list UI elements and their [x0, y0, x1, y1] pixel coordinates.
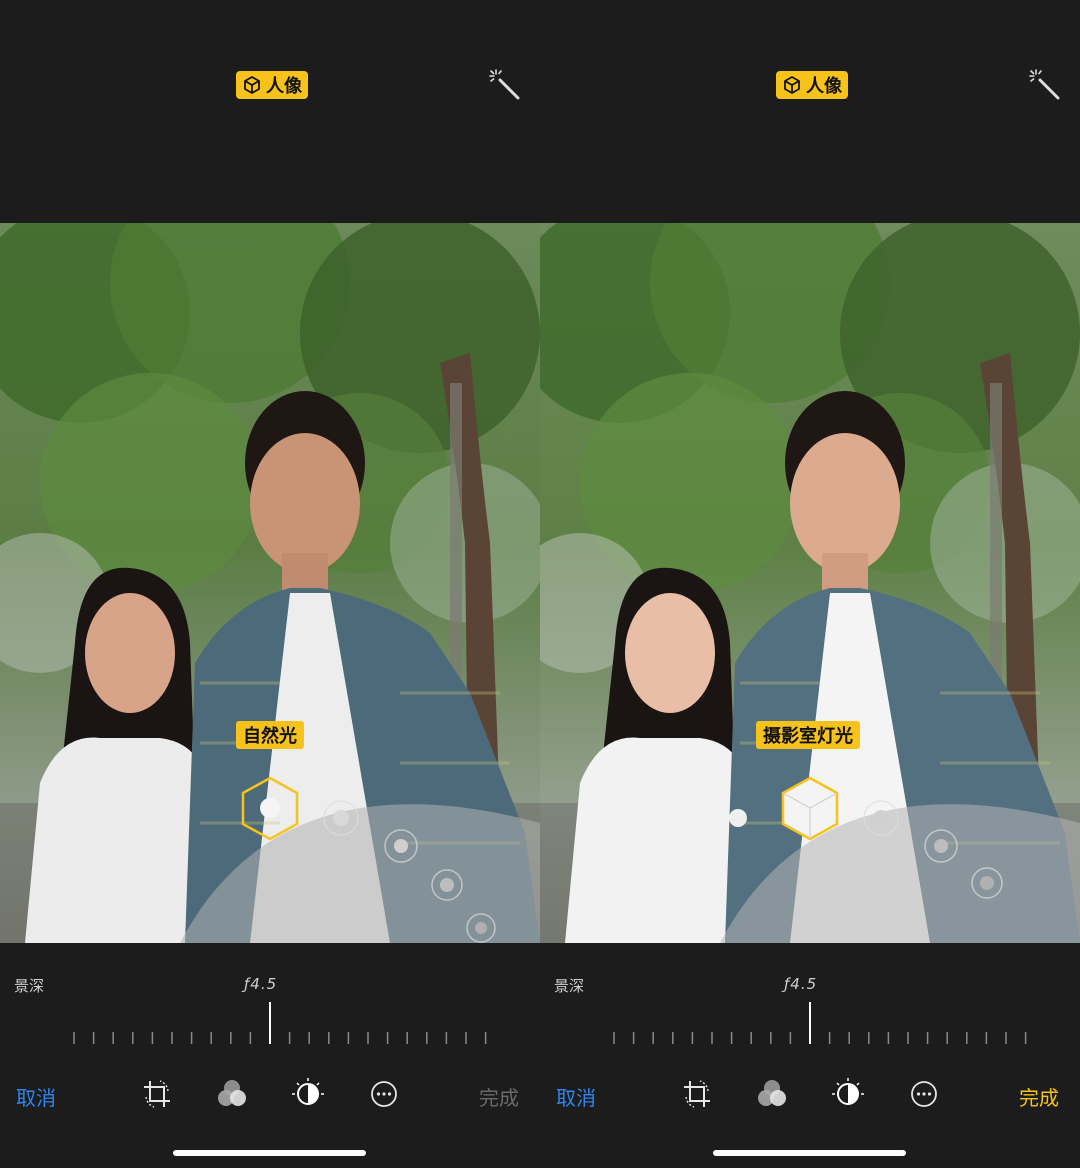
lighting-mode-label: 自然光 — [236, 721, 304, 749]
home-indicator — [713, 1150, 906, 1156]
editor-screen-natural-light: 人像 自然光 景深 ƒ4.5 取消 完成 — [0, 0, 540, 1168]
depth-slider[interactable] — [60, 1000, 500, 1048]
lighting-option-studio[interactable] — [781, 776, 839, 841]
cancel-button[interactable]: 取消 — [16, 1082, 56, 1111]
filters-icon[interactable] — [215, 1077, 249, 1111]
lighting-mode-label: 摄影室灯光 — [756, 721, 860, 749]
magic-wand-icon[interactable] — [488, 68, 522, 102]
depth-slider[interactable] — [600, 1000, 1040, 1048]
depth-label: 景深 — [14, 977, 45, 995]
editor-screen-studio-light: 人像 摄影室灯光 景深 ƒ4.5 取消 完成 — [540, 0, 1080, 1168]
home-indicator — [173, 1150, 366, 1156]
done-button[interactable]: 完成 — [1019, 1082, 1059, 1111]
more-icon[interactable] — [367, 1077, 401, 1111]
portrait-mode-label: 人像 — [266, 76, 302, 97]
depth-value: ƒ4.5 — [784, 975, 818, 993]
cube-icon — [244, 76, 260, 94]
adjust-dial-icon[interactable] — [831, 1077, 865, 1111]
magic-wand-icon[interactable] — [1028, 68, 1062, 102]
more-icon[interactable] — [907, 1077, 941, 1111]
portrait-mode-label: 人像 — [806, 76, 842, 97]
depth-label: 景深 — [554, 977, 585, 995]
crop-rotate-icon[interactable] — [680, 1077, 714, 1111]
filters-icon[interactable] — [755, 1077, 789, 1111]
adjust-dial-icon[interactable] — [291, 1077, 325, 1111]
portrait-mode-badge[interactable]: 人像 — [776, 71, 848, 99]
portrait-mode-badge[interactable]: 人像 — [236, 71, 308, 99]
lighting-option-natural[interactable] — [729, 809, 747, 827]
cancel-button[interactable]: 取消 — [556, 1082, 596, 1111]
done-button[interactable]: 完成 — [479, 1082, 519, 1111]
cube-icon — [784, 76, 800, 94]
crop-rotate-icon[interactable] — [140, 1077, 174, 1111]
depth-value: ƒ4.5 — [244, 975, 278, 993]
